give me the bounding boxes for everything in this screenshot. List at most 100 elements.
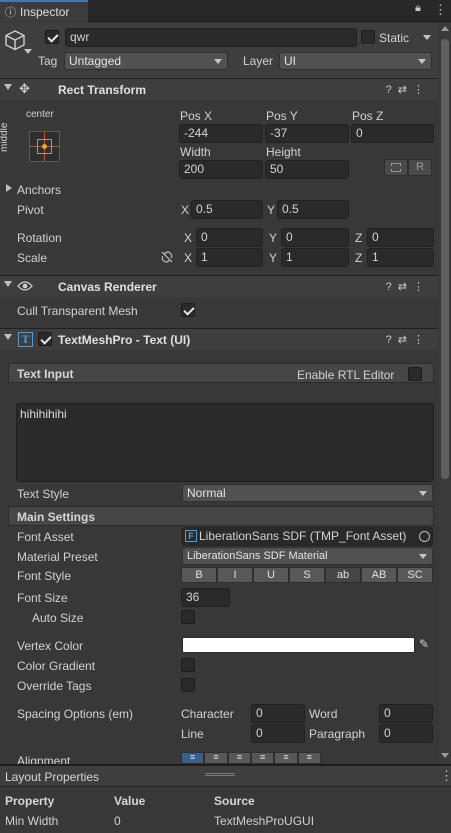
component-header-icons[interactable]: ?⇄⋮ <box>386 83 430 96</box>
scroll-down-arrow-icon[interactable] <box>441 753 449 758</box>
width-label: Width <box>180 145 211 159</box>
anchor-preset-side-label: middle <box>0 122 10 152</box>
font-style-strikethrough-button[interactable]: S <box>289 567 325 583</box>
component-title: TextMeshPro - Text (UI) <box>58 333 191 347</box>
font-style-bold-button[interactable]: B <box>181 567 217 583</box>
font-style-italic-button[interactable]: I <box>217 567 253 583</box>
more-menu-icon[interactable]: ⋮ <box>440 768 451 784</box>
pos-y-field[interactable]: -37 <box>265 124 349 143</box>
font-style-lowercase-button[interactable]: ab <box>325 567 361 583</box>
font-style-uppercase-button[interactable]: AB <box>361 567 397 583</box>
font-style-smallcaps-button[interactable]: SC <box>397 567 433 583</box>
raw-edit-button[interactable]: R <box>408 159 432 176</box>
eyedropper-icon[interactable]: ✎ <box>419 637 429 651</box>
anchor-dot <box>42 144 47 149</box>
material-preset-label: Material Preset <box>17 550 98 564</box>
pivot-x-field[interactable]: 0.5 <box>191 200 263 219</box>
scale-z-field[interactable]: 1 <box>367 248 434 267</box>
font-asset-value: LiberationSans SDF (TMP_Font Asset) <box>199 529 407 543</box>
font-asset-icon: F <box>185 530 197 542</box>
blueprint-mode-button[interactable] <box>384 159 408 176</box>
pos-z-field[interactable]: 0 <box>351 124 434 143</box>
tag-dropdown[interactable]: Untagged <box>64 52 228 70</box>
scale-x-label: X <box>184 251 193 265</box>
width-field[interactable]: 200 <box>179 160 263 179</box>
pos-x-field[interactable]: -244 <box>179 124 263 143</box>
override-tags-label: Override Tags <box>17 679 92 693</box>
anchor-preset-top-label: center <box>26 109 54 120</box>
active-checkbox[interactable] <box>45 30 59 44</box>
height-field[interactable]: 50 <box>265 160 349 179</box>
override-tags-checkbox[interactable] <box>181 678 195 692</box>
tmp-enabled-checkbox[interactable] <box>38 332 52 346</box>
align-right-icon[interactable]: ≡ <box>227 752 251 764</box>
main-settings-section: Main Settings <box>8 506 434 526</box>
rect-transform-header[interactable]: ✥ Rect Transform ?⇄⋮ <box>0 78 438 100</box>
pivot-y-label: Y <box>267 203 276 217</box>
text-style-dropdown[interactable]: Normal <box>182 484 433 502</box>
font-asset-field[interactable]: F LiberationSans SDF (TMP_Font Asset) <box>182 527 433 546</box>
rotation-z-field[interactable]: 0 <box>367 228 434 247</box>
scroll-up-arrow-icon[interactable] <box>441 26 449 31</box>
rotation-x-field[interactable]: 0 <box>196 228 263 247</box>
pivot-label: Pivot <box>17 203 44 217</box>
auto-size-label: Auto Size <box>32 611 84 625</box>
gameobject-name-field[interactable]: qwr <box>65 28 357 47</box>
align-center-icon[interactable]: ≡ <box>204 752 228 764</box>
canvas-renderer-header[interactable]: Canvas Renderer ?⇄⋮ <box>0 275 438 297</box>
word-label: Word <box>309 707 338 721</box>
character-spacing-field[interactable]: 0 <box>251 704 305 723</box>
spacing-options-label: Spacing Options (em) <box>17 707 134 721</box>
resize-handle[interactable] <box>205 773 235 776</box>
rotation-y-field[interactable]: 0 <box>281 228 349 247</box>
pos-z-label: Pos Z <box>352 109 384 123</box>
color-gradient-checkbox[interactable] <box>181 658 195 672</box>
cull-transparent-mesh-checkbox[interactable] <box>181 303 195 317</box>
layer-dropdown[interactable]: UI <box>279 52 432 70</box>
anchors-label[interactable]: Anchors <box>17 183 61 197</box>
component-header-icons[interactable]: ?⇄⋮ <box>386 333 430 346</box>
align-geometry-icon[interactable]: ≡ <box>297 752 321 764</box>
anchors-foldout-icon[interactable] <box>6 184 12 192</box>
static-checkbox[interactable] <box>361 30 375 44</box>
anchor-preset-button[interactable] <box>29 131 60 162</box>
tag-value: Untagged <box>69 54 122 68</box>
material-preset-dropdown[interactable]: LiberationSans SDF Material <box>182 547 433 565</box>
align-left-icon[interactable]: ≡ <box>181 752 205 764</box>
vertex-color-swatch[interactable] <box>182 637 415 653</box>
font-style-underline-button[interactable]: U <box>253 567 289 583</box>
paragraph-spacing-field[interactable]: 0 <box>379 724 433 743</box>
scrollbar-thumb[interactable] <box>441 39 449 479</box>
font-size-field[interactable]: 36 <box>181 588 230 607</box>
word-spacing-field[interactable]: 0 <box>379 704 433 723</box>
lock-icon[interactable]: 🔒︎ <box>415 2 421 15</box>
scale-y-label: Y <box>269 251 278 265</box>
scale-x-field[interactable]: 1 <box>196 248 263 267</box>
tmp-header[interactable]: T TextMeshPro - Text (UI) ?⇄⋮ <box>0 328 438 350</box>
scale-y-field[interactable]: 1 <box>281 248 349 267</box>
tab-title: Inspector <box>20 5 70 19</box>
tab-inspector[interactable]: ⓘ Inspector <box>0 0 88 22</box>
pos-x-label: Pos X <box>180 109 213 123</box>
pos-y-label: Pos Y <box>266 109 298 123</box>
align-justify-icon[interactable]: ≡ <box>250 752 275 764</box>
main-settings-label: Main Settings <box>17 510 96 524</box>
constrain-proportions-icon[interactable] <box>160 250 174 264</box>
column-value: Value <box>114 794 146 808</box>
foldout-arrow-icon <box>4 281 12 287</box>
align-flush-icon[interactable]: ≡ <box>274 752 298 764</box>
line-spacing-field[interactable]: 0 <box>251 724 305 743</box>
scrollbar-track[interactable] <box>439 23 451 764</box>
component-header-icons[interactable]: ?⇄⋮ <box>386 280 430 293</box>
pivot-y-field[interactable]: 0.5 <box>277 200 349 219</box>
icon-dropdown-arrow[interactable] <box>24 49 32 54</box>
text-input-area[interactable]: hihihihihi <box>16 403 434 482</box>
auto-size-checkbox[interactable] <box>181 610 195 624</box>
object-picker-icon[interactable] <box>419 531 430 542</box>
rtl-editor-checkbox[interactable] <box>408 367 422 381</box>
more-menu-icon[interactable]: ⋮ <box>434 2 447 18</box>
component-title: Canvas Renderer <box>58 280 157 294</box>
static-dropdown-arrow[interactable] <box>423 35 431 40</box>
column-source: Source <box>214 794 255 808</box>
font-size-label: Font Size <box>17 591 68 605</box>
